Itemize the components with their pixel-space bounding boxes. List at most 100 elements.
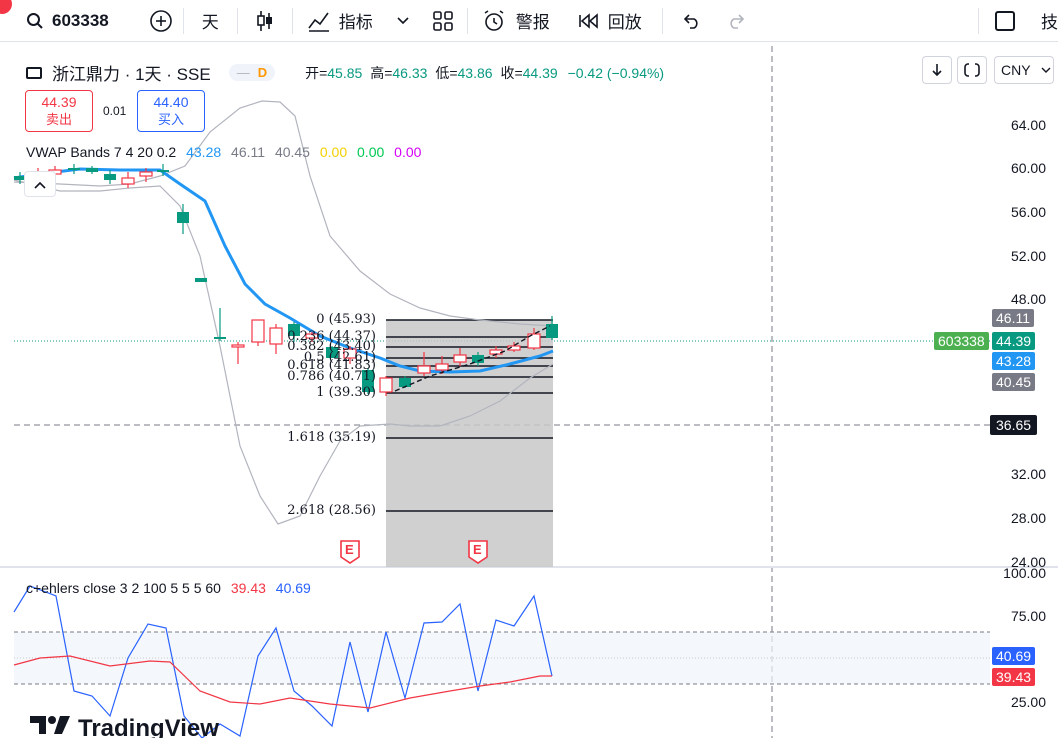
price-tick: 60.00 (1010, 160, 1046, 176)
symbol-logo-icon (26, 66, 42, 79)
candle-body (177, 212, 189, 223)
search-icon (27, 12, 43, 29)
chart-container[interactable]: 浙江鼎力 · 1天 · SSE — D 开=45.85 高=46.33 低=43… (0, 46, 1058, 738)
price-tick: 56.00 (1010, 204, 1046, 220)
buy-button[interactable]: 44.40 买入 (137, 90, 205, 132)
lower-band-tag: 40.45 (992, 373, 1036, 391)
vwap-tag: 43.28 (992, 352, 1036, 370)
alert-button[interactable]: 警报 (468, 0, 560, 42)
osc-tick: 25.00 (1010, 694, 1046, 710)
status-dash: — (236, 65, 250, 80)
osc-red-tag: 39.43 (992, 668, 1036, 686)
candle-body (231, 344, 245, 348)
candle-body (417, 365, 431, 374)
divider (978, 7, 979, 34)
candle-body (157, 170, 169, 172)
redo-button[interactable] (719, 0, 755, 42)
delayed-indicator: D (257, 65, 268, 80)
candle-body (251, 319, 265, 343)
symbol-tag: 603338 (934, 332, 989, 350)
candle-body (195, 278, 207, 282)
earnings-marker[interactable]: E (467, 539, 489, 565)
price-tick: 28.00 (1010, 510, 1046, 526)
alert-label: 警报 (515, 13, 550, 32)
candle-body (269, 327, 283, 345)
indicators-icon (308, 12, 329, 32)
rewind-icon (578, 12, 598, 29)
upper-band-tag: 46.11 (992, 309, 1034, 327)
buy-price: 44.40 (153, 94, 189, 110)
tv-logo-icon (30, 714, 70, 738)
currency-value: CNY (1001, 62, 1031, 78)
chevron-down-icon[interactable] (397, 16, 409, 25)
osc-tick: 75.00 (1010, 608, 1046, 624)
indicators-button[interactable]: 指标 (293, 0, 419, 42)
price-tick: 52.00 (1010, 248, 1046, 264)
symbol-legend: 浙江鼎力 · 1天 · SSE — D 开=45.85 高=46.33 低=43… (26, 60, 664, 85)
price-tick: 64.00 (1010, 117, 1046, 133)
ehlers-name: c+ehlers close 3 2 100 5 5 5 60 (26, 580, 221, 596)
candle-body (453, 354, 467, 363)
fib-level-label: 2.618 (28.56) (287, 503, 376, 518)
buy-label: 买入 (157, 112, 184, 127)
vwap-legend[interactable]: VWAP Bands 7 4 20 0.2 43.28 46.11 40.45 … (26, 144, 421, 160)
plus-circle-icon (149, 9, 172, 32)
candle-body (399, 378, 411, 387)
currency-select[interactable]: CNY (994, 56, 1054, 84)
fullscreen-button[interactable] (957, 56, 987, 84)
toggle-checkbox[interactable] (995, 10, 1015, 31)
interval-text: 天 (201, 13, 219, 32)
fib-background (386, 320, 553, 567)
candle-body (472, 355, 484, 363)
price-tick: 32.00 (1010, 466, 1046, 482)
top-toolbar: 603338 天 指标 警报 回放 技 (0, 0, 1058, 42)
undo-button[interactable] (663, 0, 719, 42)
last-price-tag: 44.39 (992, 332, 1036, 350)
ohlc-values: 开=45.85 高=46.33 低=43.86 收=44.39 −0.42 (−… (305, 64, 665, 81)
fib-level-label: 0.786 (40.71) (287, 369, 376, 384)
sell-label: 卖出 (45, 112, 72, 127)
fib-level-label: 0 (45.93) (316, 312, 376, 327)
symbol-title[interactable]: 浙江鼎力 · 1天 · SSE (52, 60, 211, 85)
crosshair-price-tag: 36.65 (990, 415, 1038, 435)
chart-type-button[interactable] (238, 0, 292, 42)
fib-level-label: 1.618 (35.19) (287, 430, 376, 445)
scroll-down-button[interactable] (922, 56, 952, 84)
spread-value: 0.01 (103, 104, 127, 118)
brand-name: TradingView (78, 714, 219, 738)
replay-label: 回放 (607, 13, 642, 32)
grid-icon (432, 10, 453, 31)
technicals-button[interactable]: 技 (1029, 0, 1058, 42)
alarm-clock-icon (484, 9, 504, 31)
collapse-legend-button[interactable] (24, 171, 56, 197)
candle-body (214, 337, 226, 339)
vwap-name: VWAP Bands 7 4 20 0.2 (26, 144, 177, 160)
layouts-button[interactable] (419, 0, 467, 42)
compare-button[interactable] (139, 0, 183, 42)
change-value: −0.42 (−0.94%) (567, 64, 665, 81)
osc-tick: 100.00 (1003, 565, 1046, 581)
tradingview-logo[interactable]: TradingView (30, 714, 219, 738)
symbol-text: 603338 (52, 10, 109, 30)
candle-body (435, 363, 449, 371)
interval-button[interactable]: 天 (184, 0, 237, 42)
ehlers-legend[interactable]: c+ehlers close 3 2 100 5 5 5 60 39.43 40… (26, 580, 311, 596)
osc-zone (14, 632, 990, 684)
fib-level-label: 1 (39.30) (316, 385, 376, 400)
chevron-down-icon (1041, 67, 1051, 73)
candle-body (139, 171, 153, 177)
candle-body (379, 377, 393, 393)
sell-button[interactable]: 44.39 卖出 (25, 90, 93, 132)
candle-body (86, 168, 98, 172)
arrow-down-icon (932, 64, 942, 77)
upper-band-line (13, 100, 554, 327)
indicators-label: 指标 (338, 13, 373, 32)
price-tick: 48.00 (1010, 291, 1046, 307)
tradingview-app: 603338 天 指标 警报 回放 技 浙江鼎力 · 1天 · SSE — D … (0, 0, 1058, 738)
earnings-marker[interactable]: E (339, 539, 361, 565)
market-status-badge[interactable]: — D (228, 64, 276, 81)
expand-icon (964, 63, 980, 77)
symbol-search[interactable]: 603338 (0, 0, 119, 42)
replay-button[interactable]: 回放 (560, 0, 652, 42)
technicals-label: 技 (1041, 13, 1058, 32)
